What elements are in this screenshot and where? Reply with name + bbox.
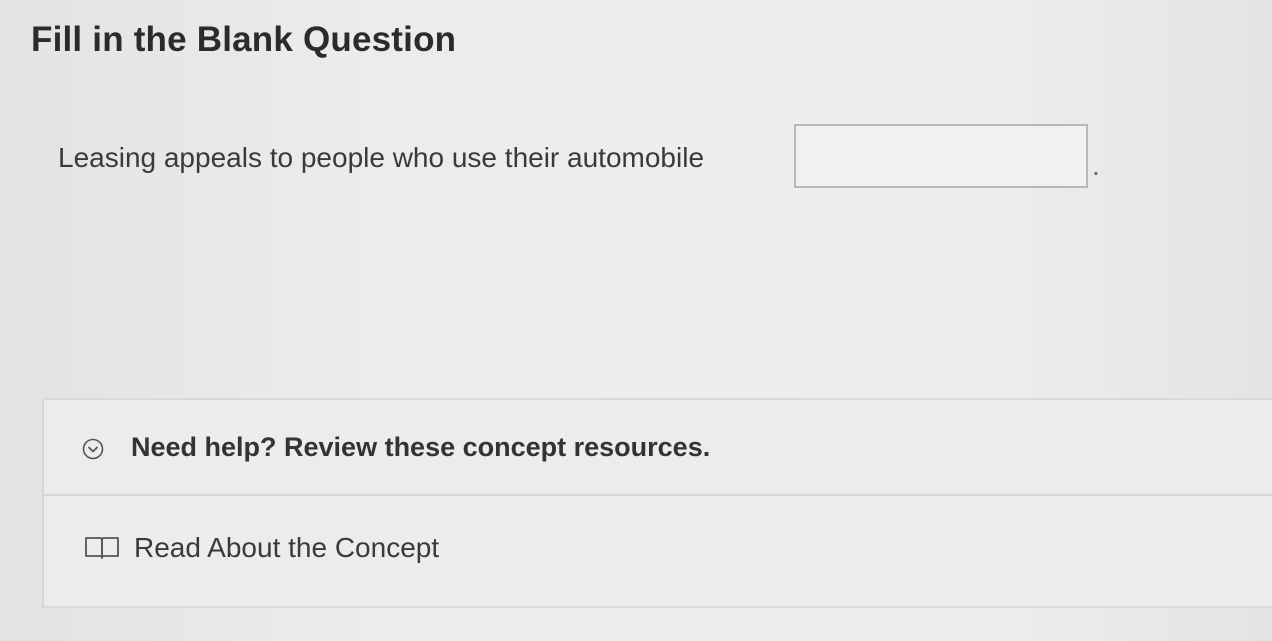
sentence-period: . xyxy=(1092,150,1100,181)
book-icon xyxy=(85,537,119,559)
question-text: Leasing appeals to people who use their … xyxy=(58,142,705,173)
resource-label: Read About the Concept xyxy=(134,532,440,563)
blank-answer-input[interactable] xyxy=(794,124,1088,188)
chevron-down-icon xyxy=(82,438,104,460)
help-title: Need help? Review these concept resource… xyxy=(131,432,711,462)
concept-resources-panel: Need help? Review these concept resource… xyxy=(42,398,1272,608)
read-about-concept-link[interactable]: Read About the Concept xyxy=(84,528,439,568)
question-prompt: Leasing appeals to people who use their … xyxy=(58,124,704,192)
help-toggle[interactable]: Need help? Review these concept resource… xyxy=(44,400,1272,496)
page-title: Fill in the Blank Question xyxy=(31,20,457,59)
